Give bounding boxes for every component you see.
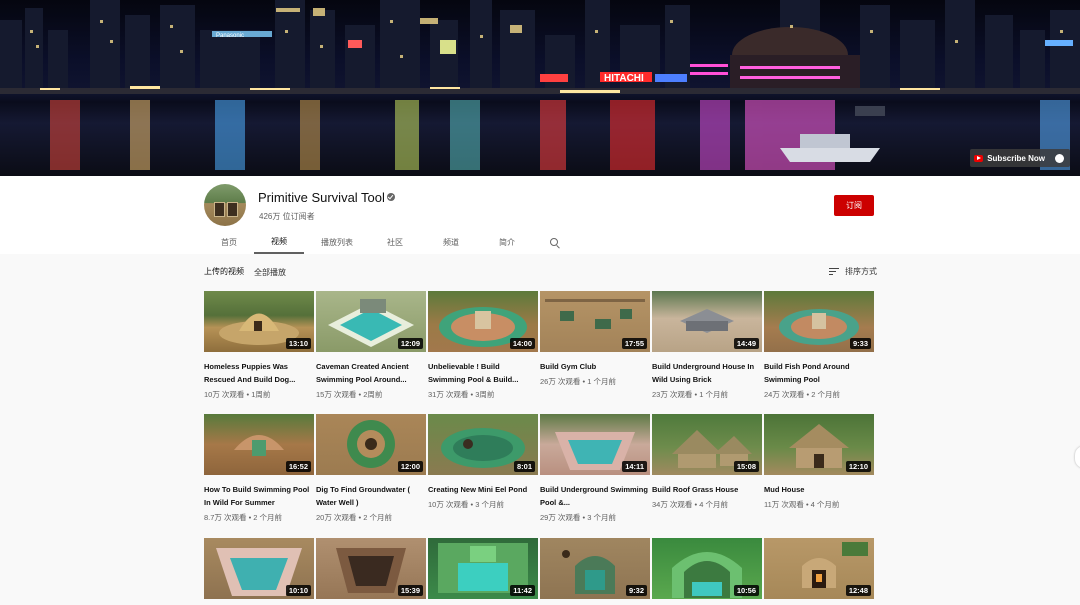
video-thumbnail[interactable]: 12:10 — [764, 414, 874, 475]
youtube-logo-icon — [974, 154, 984, 162]
tab-channels[interactable]: 频道 — [420, 230, 482, 254]
video-meta: 31万 次观看 • 3周前 — [428, 390, 495, 399]
tab-home[interactable]: 首页 — [204, 230, 254, 254]
video-thumbnail[interactable]: 14:11 — [540, 414, 650, 475]
video-duration: 15:08 — [733, 461, 759, 472]
city-skyline-image: HITACHI Panasonic — [0, 0, 1080, 170]
video-thumbnail[interactable]: 17:55 — [540, 291, 650, 352]
video-thumbnail[interactable]: 8:01 — [428, 414, 538, 475]
video-duration: 12:10 — [845, 461, 871, 472]
video-meta: 8.7万 次观看 • 2 个月前 — [204, 513, 283, 522]
video-thumbnail[interactable]: 14:49 — [652, 291, 762, 352]
video-title[interactable]: Build Gym Club — [540, 361, 648, 374]
scroll-handle[interactable] — [1075, 446, 1080, 468]
search-icon — [550, 238, 558, 246]
sort-button[interactable]: 排序方式 — [829, 266, 877, 277]
video-duration: 16:52 — [285, 461, 311, 472]
tab-about[interactable]: 简介 — [482, 230, 532, 254]
hut-door-icon — [214, 202, 225, 217]
channel-name: Primitive Survival Tool — [258, 190, 385, 205]
video-thumbnail[interactable]: 12:48 — [764, 538, 874, 599]
play-all-link[interactable]: 全部播放 — [254, 267, 286, 278]
video-title[interactable]: Unbelievable ! Build Swimming Pool & Bui… — [428, 361, 536, 386]
video-duration: 9:33 — [849, 338, 871, 349]
video-thumbnail[interactable]: 10:56 — [652, 538, 762, 599]
video-thumbnail[interactable]: 11:42 — [428, 538, 538, 599]
video-duration: 15:39 — [397, 585, 423, 596]
video-thumbnail[interactable]: 12:09 — [316, 291, 426, 352]
video-thumbnail[interactable]: 12:00 — [316, 414, 426, 475]
video-meta: 10万 次观看 • 1周前 — [204, 390, 271, 399]
channel-header: Primitive Survival Tool 426万 位订阅者 订阅 首页 … — [0, 176, 1080, 254]
video-thumbnail[interactable]: 10:10 — [204, 538, 314, 599]
hut-door-icon — [227, 202, 238, 217]
verified-check-icon — [387, 193, 395, 201]
video-title[interactable]: Build Underground Swimming Pool &... — [540, 484, 648, 509]
video-meta: 26万 次观看 • 1 个月前 — [540, 377, 616, 386]
channel-tabs: 首页 视频 播放列表 社区 频道 简介 — [204, 230, 562, 254]
video-duration: 12:00 — [397, 461, 423, 472]
video-title[interactable]: Dig To Find Groundwater ( Water Well ) — [316, 484, 424, 509]
video-thumbnail[interactable]: 15:08 — [652, 414, 762, 475]
video-duration: 9:32 — [625, 585, 647, 596]
channel-avatar[interactable] — [204, 184, 246, 226]
video-thumbnail[interactable]: 9:32 — [540, 538, 650, 599]
channel-banner: HITACHI Panasonic Subscribe Now — [0, 0, 1080, 176]
video-thumbnail[interactable]: 13:10 — [204, 291, 314, 352]
video-title[interactable]: Creating New Mini Eel Pond — [428, 484, 536, 497]
video-title[interactable]: Caveman Created Ancient Swimming Pool Ar… — [316, 361, 424, 386]
video-meta: 23万 次观看 • 1 个月前 — [652, 390, 728, 399]
tab-videos[interactable]: 视频 — [254, 230, 304, 254]
hitachi-sign: HITACHI — [604, 73, 644, 84]
video-duration: 12:48 — [845, 585, 871, 596]
video-meta: 11万 次观看 • 4 个月前 — [764, 500, 840, 509]
video-title[interactable]: Mud House — [764, 484, 872, 497]
video-meta: 20万 次观看 • 2 个月前 — [316, 513, 392, 522]
sort-label: 排序方式 — [845, 267, 877, 276]
panasonic-sign: Panasonic — [216, 33, 244, 39]
subscribe-now-watermark[interactable]: Subscribe Now — [970, 149, 1070, 167]
subscriber-count: 426万 位订阅者 — [259, 212, 315, 221]
video-thumbnail[interactable]: 9:33 — [764, 291, 874, 352]
subscribe-button[interactable]: 订阅 — [834, 195, 874, 216]
video-title[interactable]: Homeless Puppies Was Rescued And Build D… — [204, 361, 312, 386]
video-meta: 29万 次观看 • 3 个月前 — [540, 513, 616, 522]
video-duration: 14:49 — [733, 338, 759, 349]
video-duration: 10:56 — [733, 585, 759, 596]
video-meta: 10万 次观看 • 3 个月前 — [428, 500, 504, 509]
record-circle-icon — [1055, 153, 1064, 163]
sort-icon — [829, 268, 839, 275]
video-title[interactable]: Build Fish Pond Around Swimming Pool — [764, 361, 872, 386]
video-duration: 10:10 — [285, 585, 311, 596]
video-duration: 14:00 — [509, 338, 535, 349]
video-meta: 24万 次观看 • 2 个月前 — [764, 390, 840, 399]
subscribe-now-label: Subscribe Now — [987, 153, 1045, 163]
video-duration: 14:11 — [622, 461, 647, 472]
video-title[interactable]: Build Roof Grass House — [652, 484, 760, 497]
channel-search-button[interactable] — [546, 230, 562, 254]
video-thumbnail[interactable]: 15:39 — [316, 538, 426, 599]
video-thumbnail[interactable]: 16:52 — [204, 414, 314, 475]
tab-playlists[interactable]: 播放列表 — [304, 230, 370, 254]
video-title[interactable]: How To Build Swimming Pool In Wild For S… — [204, 484, 312, 509]
video-title[interactable]: Build Underground House In Wild Using Br… — [652, 361, 760, 386]
video-duration: 12:09 — [397, 338, 423, 349]
tab-community[interactable]: 社区 — [370, 230, 420, 254]
video-meta: 15万 次观看 • 2周前 — [316, 390, 383, 399]
video-duration: 13:10 — [285, 338, 311, 349]
video-duration: 8:01 — [513, 461, 535, 472]
video-thumbnail[interactable]: 14:00 — [428, 291, 538, 352]
section-title: 上传的视频 — [204, 267, 244, 276]
video-meta: 34万 次观看 • 4 个月前 — [652, 500, 728, 509]
video-duration: 17:55 — [621, 338, 647, 349]
video-duration: 11:42 — [510, 585, 535, 596]
